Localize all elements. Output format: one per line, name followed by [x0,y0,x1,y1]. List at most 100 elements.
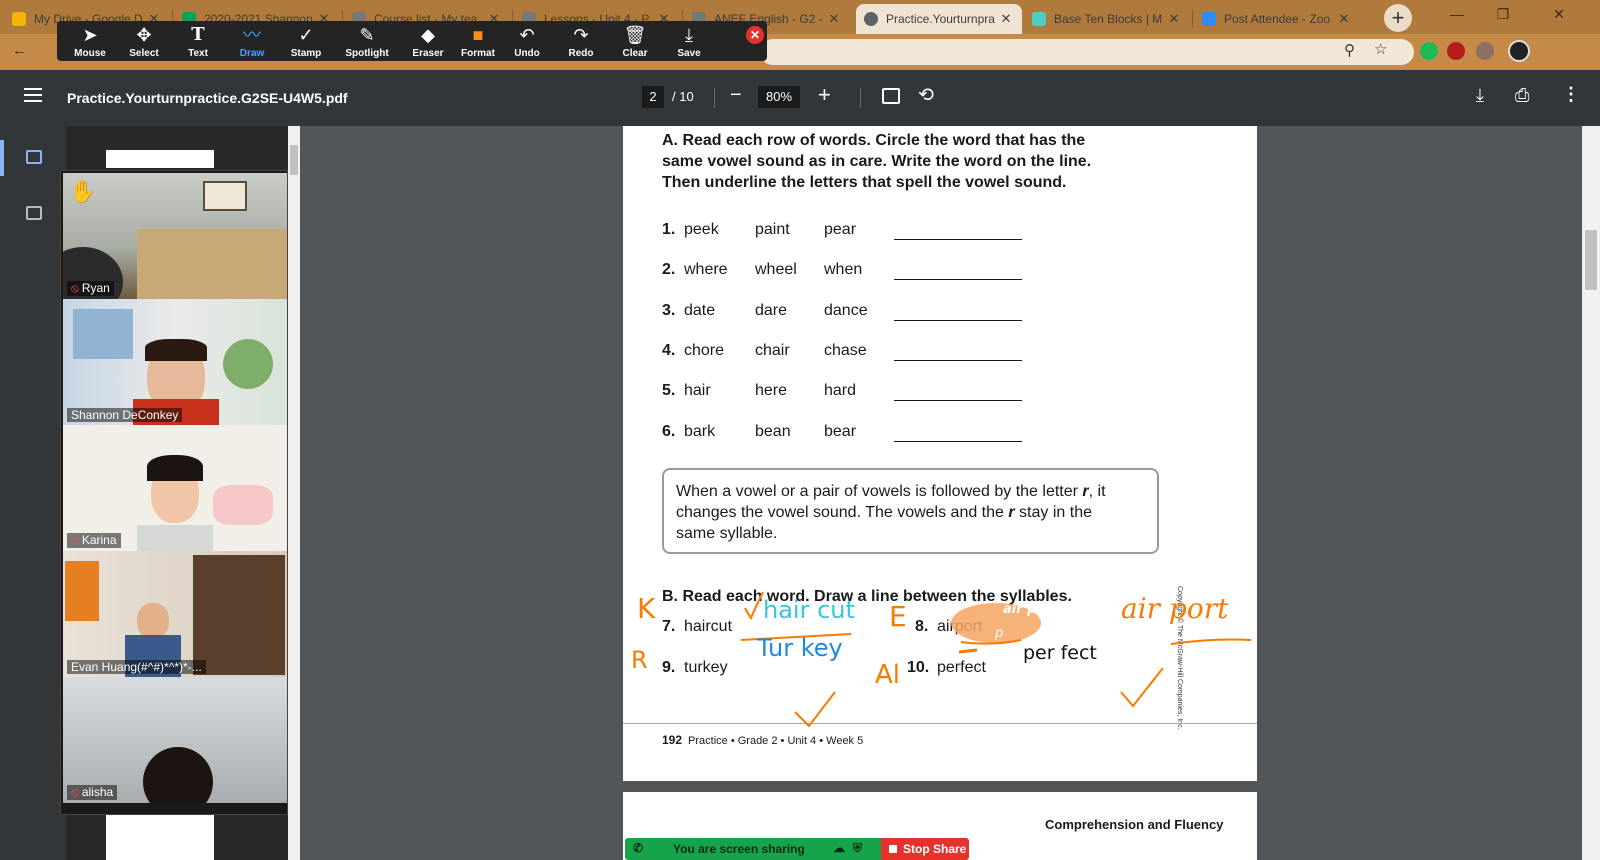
browser-tab[interactable]: Base Ten Blocks | M ✕ [1024,4,1190,34]
download-icon[interactable]: ⤓ [1476,85,1484,106]
document-title: Practice.Yourturnpractice.G2SE-U4W5.pdf [67,90,348,106]
close-tab-icon[interactable]: ✕ [998,11,1014,27]
address-bar[interactable] [760,39,1414,65]
close-tab-icon[interactable]: ✕ [1336,11,1352,27]
close-tab-icon[interactable]: ✕ [1166,11,1182,27]
underline-mark [1170,638,1252,645]
profile-avatar[interactable] [1508,40,1530,62]
fit-to-page-icon[interactable] [882,88,900,104]
ink-letter: K [637,592,656,625]
page-thumbnail[interactable] [106,150,214,168]
bookmark-star-icon[interactable]: ☆ [1374,40,1387,58]
print-icon[interactable]: ⎙ [1515,85,1529,106]
sharing-status: You are screen sharing [673,842,805,856]
participant-video[interactable]: ✋ ⦸ Ryan [63,173,287,299]
google-drive-icon [12,12,26,26]
select-tool[interactable]: ✥ Select [117,21,171,61]
typed-annotation: Tur key [757,634,843,662]
participant-video[interactable]: Shannon DeConkey [63,299,287,425]
format-tool[interactable]: ■ Format [451,21,505,61]
participant-name: ⦸ Karina [67,533,121,548]
document-outline-icon[interactable] [26,206,42,220]
extension-icon[interactable] [1420,42,1438,60]
muted-mic-icon: ⦸ [71,533,79,547]
eraser-icon: ◆ [421,25,435,45]
phone-icon: ✆ [633,841,644,855]
wand-icon: ✎ [359,25,375,45]
menu-icon[interactable] [24,88,42,106]
zoom-in-button[interactable]: + [818,82,831,108]
ublock-icon[interactable] [1447,42,1465,60]
typed-annotation: per fect [1023,642,1097,664]
video-gallery: ✋ ⦸ Ryan Shannon DeConkey ⦸ Karina Evan Hu… [60,170,288,815]
participant-video[interactable]: ⦸ Karina [63,425,287,551]
participant-name: Shannon DeConkey [67,408,183,422]
muted-mic-icon: ⦸ [71,281,79,295]
zoom-annotation-toolbar: ➤ Mouse ✥ Select T Text 〰 Draw ✓ Stamp ✎ Spotl… [57,21,767,61]
muted-mic-icon: ⦸ [71,785,79,799]
extension-icon[interactable] [1476,42,1494,60]
close-window-button[interactable]: ✕ [1536,0,1582,30]
typed-annotation: air plane [1003,602,1068,617]
document-scrollbar-thumb[interactable] [1585,230,1597,290]
save-icon: ⤓ [685,25,693,45]
trash-icon: 🗑 [623,25,647,45]
close-tab-icon[interactable]: ✕ [826,11,842,27]
zoom-out-button[interactable]: − [730,84,742,107]
back-icon[interactable]: ← [12,42,27,59]
stop-share-button[interactable]: Stop Share [881,838,969,860]
save-tool[interactable]: ⤓ Save [662,21,716,61]
new-tab-button[interactable]: + [1384,4,1412,32]
eraser-tool[interactable]: ◆ Eraser [401,21,455,61]
page-total: / 10 [672,89,694,104]
check-mark [1120,667,1164,708]
typed-annotation: p [995,626,1004,641]
close-annotation-toolbar-button[interactable]: ✕ [746,26,764,44]
squiggle-icon: 〰 [243,25,261,45]
minimize-button[interactable]: — [1434,0,1480,30]
browser-tab[interactable]: Post Attendee - Zoo ✕ [1194,4,1360,34]
clear-tool[interactable]: 🗑 Clear [608,21,662,61]
screen-sharing-indicator[interactable]: ✆ You are screen sharing ☁ ⛨ [625,838,881,860]
shield-icon: ⛨ [853,841,863,855]
pdf-viewer-toolbar: Practice.Yourturnpractice.G2SE-U4W5.pdf … [0,70,1600,126]
participant-video-active-speaker[interactable]: Evan Huang(#^#)*^*)*-... [63,551,287,677]
check-mark [744,591,764,621]
redo-tool[interactable]: ↷ Redo [554,21,608,61]
page-heading: Comprehension and Fluency [1045,817,1224,832]
tab-title: Base Ten Blocks | M [1054,12,1163,26]
raised-hand-icon: ✋ [69,179,97,204]
browser-tab-active[interactable]: Practice.Yourturnpra ✕ [856,4,1022,34]
undo-icon: ↶ [519,25,535,45]
page-number-input[interactable]: 2 [642,86,664,108]
ink-letter: R [631,646,648,674]
thumbnails-icon[interactable] [26,150,42,164]
ink-annotation: air port [1121,592,1229,625]
pdf-page: A. Read each row of words. Circle the wo… [623,126,1257,781]
participant-name: ⦸ alisha [67,785,118,800]
text-tool[interactable]: T Text [171,21,225,61]
zoom-magnifier-icon[interactable]: ⚲ [1344,41,1355,59]
rotate-icon[interactable]: ⟲ [918,84,934,107]
zoom-icon [1202,12,1216,26]
stamp-tool[interactable]: ✓ Stamp [279,21,333,61]
mouse-tool[interactable]: ➤ Mouse [63,21,117,61]
underline-mark [958,648,978,654]
cloud-icon: ☁ [833,841,845,855]
draw-tool[interactable]: 〰 Draw [225,21,279,61]
page-thumbnail[interactable] [106,810,214,860]
zoom-level-input[interactable]: 80% [758,86,800,108]
more-options-icon[interactable]: ⋮ [1562,84,1580,105]
participant-video[interactable]: ⦸ alisha [63,677,287,803]
pdf-sidebar [0,126,66,860]
thumbnail-scrollbar[interactable] [288,126,300,860]
tab-title: Post Attendee - Zoo [1224,12,1331,26]
spotlight-tool[interactable]: ✎ Spotlight [337,21,397,61]
restore-button[interactable]: ❐ [1480,0,1526,30]
thumbnail-scrollbar-thumb[interactable] [290,145,298,175]
undo-tool[interactable]: ↶ Undo [500,21,554,61]
tab-title: Practice.Yourturnpra [886,12,995,26]
participant-name: ⦸ Ryan [67,281,114,296]
cursor-icon: ➤ [82,25,98,45]
color-swatch-icon: ■ [472,25,484,45]
